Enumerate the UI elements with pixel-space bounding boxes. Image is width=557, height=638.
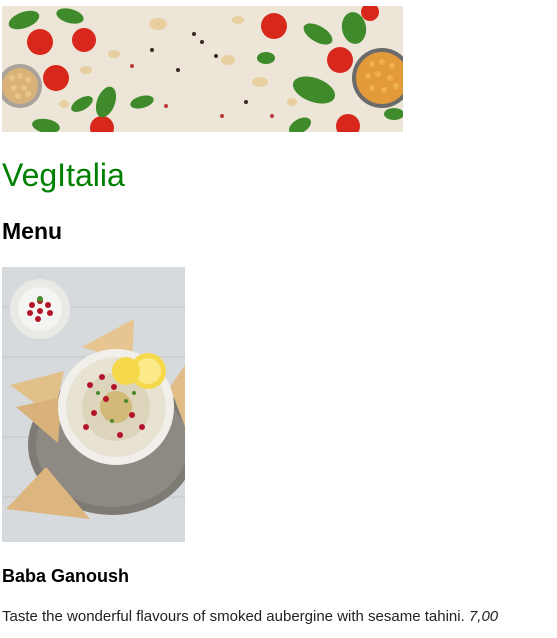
banner-image (2, 6, 403, 132)
baba-ganoush-photo (2, 267, 185, 542)
dish-name: Baba Ganoush (2, 566, 130, 586)
site-title: VegItalia (2, 157, 125, 193)
dish-illustration (2, 267, 185, 542)
banner-illustration (2, 6, 403, 132)
dish-price: 7,00 (468, 608, 499, 625)
page: VegItalia Menu Baba Ganoush Taste the wo… (0, 0, 557, 638)
dish-description: Taste the wonderful flavours of smoked a… (2, 608, 465, 625)
menu-heading: Menu (2, 218, 63, 244)
dish-description-line: Taste the wonderful flavours of smoked a… (2, 606, 498, 628)
